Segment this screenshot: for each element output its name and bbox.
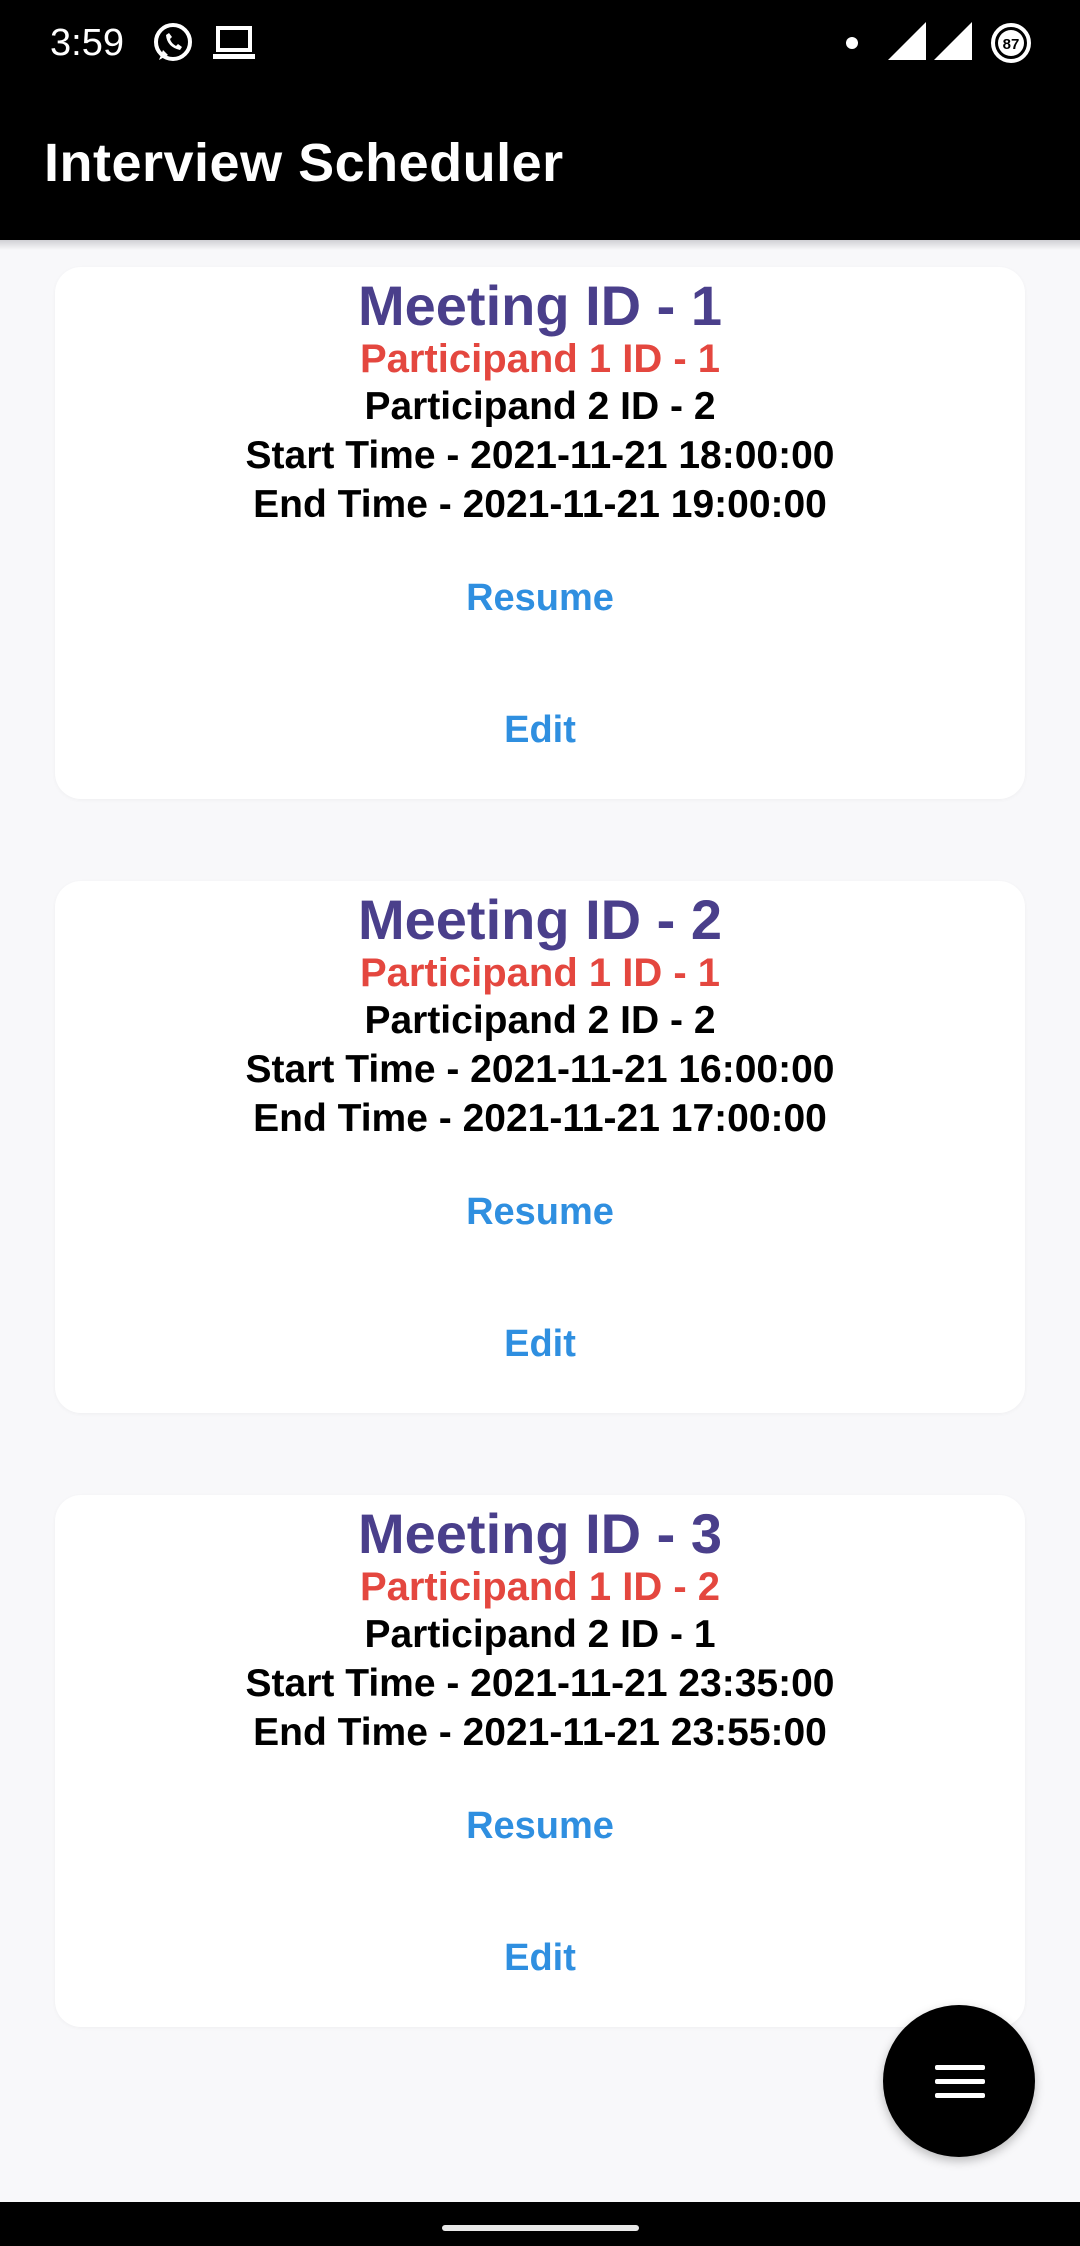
start-time: Start Time - 2021-11-21 16:00:00 [245, 1048, 835, 1091]
meeting-title: Meeting ID - 3 [357, 1502, 723, 1565]
meeting-card: Meeting ID - 1 Participand 1 ID - 1 Part… [55, 267, 1025, 799]
app-bar: Interview Scheduler [0, 88, 1080, 240]
dot-icon [845, 36, 859, 55]
participant-2: Participand 2 ID - 1 [364, 1613, 716, 1656]
participant-1: Participand 1 ID - 1 [359, 337, 721, 381]
system-nav-bar [0, 2202, 1080, 2246]
participant-2: Participand 2 ID - 2 [364, 385, 716, 428]
laptop-icon [212, 24, 256, 69]
home-gesture-handle[interactable] [442, 2225, 639, 2231]
battery-icon: 87 [990, 22, 1032, 69]
signal-icon [888, 22, 926, 65]
participant-1: Participand 1 ID - 1 [359, 951, 721, 995]
end-time: End Time - 2021-11-21 19:00:00 [253, 483, 827, 526]
meeting-title: Meeting ID - 1 [357, 274, 723, 337]
edit-button[interactable]: Edit [474, 1313, 606, 1376]
meeting-title: Meeting ID - 2 [357, 888, 723, 951]
participant-2: Participand 2 ID - 2 [364, 999, 716, 1042]
menu-fab-button[interactable] [883, 2005, 1035, 2157]
resume-button[interactable]: Resume [436, 1181, 644, 1244]
resume-button[interactable]: Resume [436, 567, 644, 630]
app-bar-shadow [0, 240, 1080, 250]
page-title: Interview Scheduler [44, 133, 564, 193]
start-time: Start Time - 2021-11-21 18:00:00 [245, 434, 835, 477]
participant-1: Participand 1 ID - 2 [359, 1565, 721, 1609]
status-time: 3:59 [50, 22, 124, 64]
start-time: Start Time - 2021-11-21 23:35:00 [245, 1662, 835, 1705]
end-time: End Time - 2021-11-21 17:00:00 [253, 1097, 827, 1140]
edit-button[interactable]: Edit [474, 1927, 606, 1990]
meeting-card: Meeting ID - 3 Participand 1 ID - 2 Part… [55, 1495, 1025, 2027]
whatsapp-icon [150, 20, 196, 71]
signal-icon [934, 22, 972, 65]
end-time: End Time - 2021-11-21 23:55:00 [253, 1711, 827, 1754]
status-bar: 3:59 87 [0, 0, 1080, 88]
battery-level: 87 [1003, 36, 1020, 53]
meeting-card: Meeting ID - 2 Participand 1 ID - 1 Part… [55, 881, 1025, 1413]
edit-button[interactable]: Edit [474, 699, 606, 762]
resume-button[interactable]: Resume [436, 1795, 644, 1858]
